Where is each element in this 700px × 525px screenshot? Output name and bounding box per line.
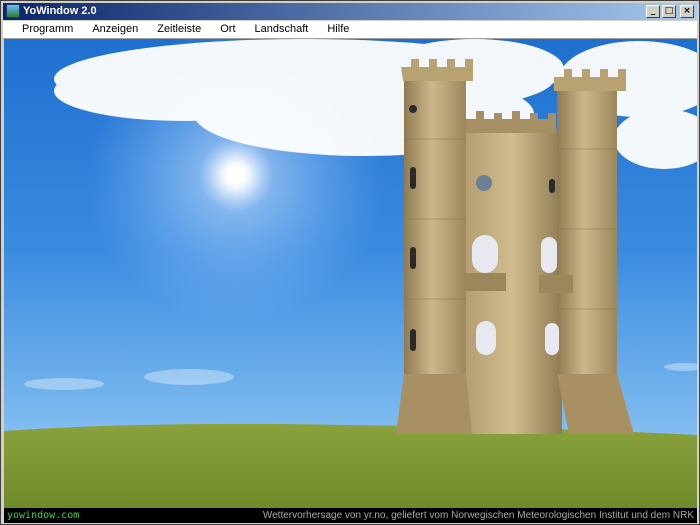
window-title: YoWindow 2.0 xyxy=(23,5,97,17)
window-controls: _ □ × xyxy=(646,5,694,18)
minimize-button[interactable]: _ xyxy=(646,5,660,18)
menu-anzeigen[interactable]: Anzeigen xyxy=(82,21,147,38)
weather-scene[interactable] xyxy=(4,39,697,508)
landscape-illustration xyxy=(4,39,697,508)
maximize-button[interactable]: □ xyxy=(662,5,676,18)
menu-landschaft[interactable]: Landschaft xyxy=(245,21,318,38)
menu-zeitleiste[interactable]: Zeitleiste xyxy=(147,21,210,38)
menu-ort[interactable]: Ort xyxy=(210,21,244,38)
title-bar[interactable]: YoWindow 2.0 _ □ × xyxy=(3,3,697,20)
grass-hill xyxy=(4,423,697,508)
sun-icon xyxy=(227,166,245,184)
maximize-icon: □ xyxy=(664,6,674,16)
forecast-credit[interactable]: Wettervorhersage von yr.no, geliefert vo… xyxy=(263,508,694,523)
minimize-icon: _ xyxy=(650,6,656,16)
castle-tower xyxy=(396,59,634,434)
status-bar: yowindow.com Wettervorhersage von yr.no,… xyxy=(4,508,697,523)
yowindow-link[interactable]: yowindow.com xyxy=(7,508,79,523)
menu-bar: Programm Anzeigen Zeitleiste Ort Landsch… xyxy=(3,21,697,39)
yowindow-app-icon[interactable] xyxy=(6,4,20,18)
menu-programm[interactable]: Programm xyxy=(3,21,82,38)
close-icon: × xyxy=(683,6,691,16)
app-window: YoWindow 2.0 _ □ × Programm Anzeigen Zei… xyxy=(0,0,700,525)
close-button[interactable]: × xyxy=(680,5,694,18)
menu-hilfe[interactable]: Hilfe xyxy=(317,21,358,38)
